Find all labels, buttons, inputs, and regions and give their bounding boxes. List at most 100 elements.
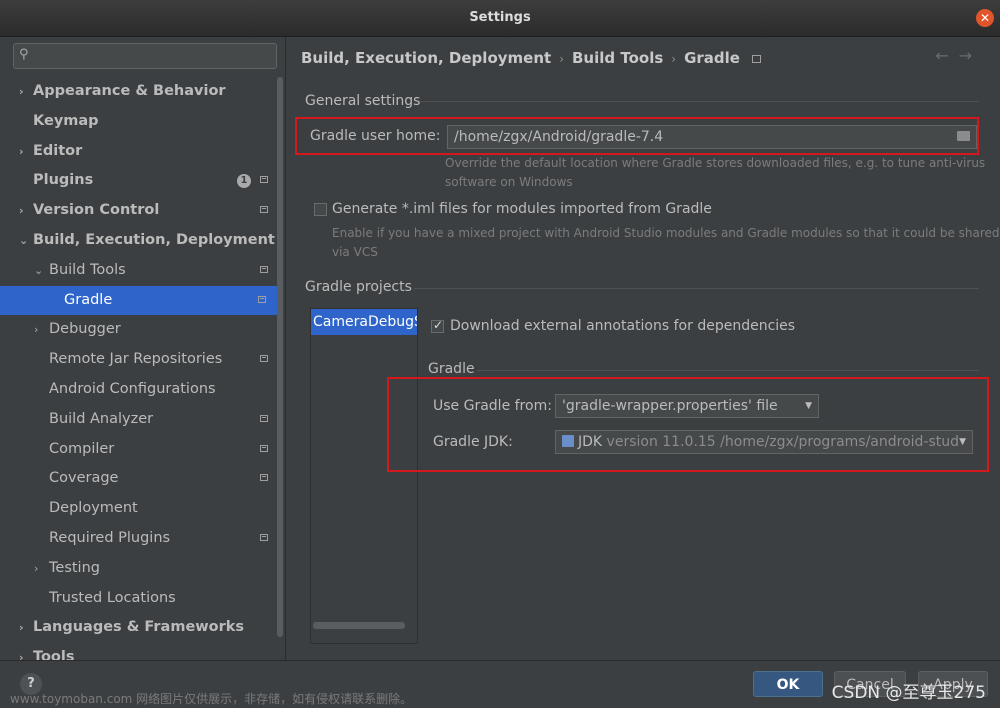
sidebar-item-label: Build Analyzer xyxy=(49,410,154,427)
breadcrumb-item: Build Tools xyxy=(572,49,664,67)
chevron-right-icon[interactable]: › xyxy=(19,137,24,167)
user-home-hint: Override the default location where Grad… xyxy=(445,154,985,192)
breadcrumb-separator: › xyxy=(559,52,564,66)
sidebar-item-compiler[interactable]: Compiler xyxy=(0,435,285,465)
sidebar-item-testing[interactable]: › Testing xyxy=(0,554,285,584)
sidebar-item-build-analyzer[interactable]: Build Analyzer xyxy=(0,405,285,435)
check-icon: ✓ xyxy=(433,318,444,332)
chevron-down-icon[interactable]: ⌄ xyxy=(34,256,43,286)
sidebar-item-debugger[interactable]: › Debugger xyxy=(0,315,285,345)
breadcrumb-item: Build, Execution, Deployment xyxy=(301,49,552,67)
sidebar-item-label: Testing xyxy=(49,559,100,576)
separator xyxy=(477,370,979,371)
breadcrumb-item: Gradle xyxy=(684,49,740,67)
sidebar-item-editor[interactable]: › Editor xyxy=(0,137,285,167)
title-bar: Settings ✕ xyxy=(0,0,1000,37)
sidebar-item-label: Keymap xyxy=(33,112,99,129)
sidebar-item-remote-jar-repositories[interactable]: Remote Jar Repositories xyxy=(0,345,285,375)
generate-iml-checkbox[interactable] xyxy=(314,203,327,216)
forward-arrow-icon[interactable]: → xyxy=(959,46,982,65)
project-scope-icon xyxy=(260,265,268,273)
sidebar-item-coverage[interactable]: Coverage xyxy=(0,464,285,494)
settings-sidebar: ⚲ › Appearance & Behavior Keymap › Editor Plu… xyxy=(0,37,286,665)
sidebar-item-label: Deployment xyxy=(49,500,138,517)
sidebar-item-keymap[interactable]: Keymap xyxy=(0,107,285,137)
sidebar-item-languages-frameworks[interactable]: › Languages & Frameworks xyxy=(0,613,285,643)
project-scope-icon xyxy=(260,355,268,363)
project-scope-icon xyxy=(751,54,761,63)
sidebar-item-label: Languages & Frameworks xyxy=(33,619,245,636)
folder-icon[interactable] xyxy=(957,131,970,141)
chevron-right-icon[interactable]: › xyxy=(19,77,24,107)
sidebar-item-android-configurations[interactable]: Android Configurations xyxy=(0,375,285,405)
hint-line: Enable if you have a mixed project with … xyxy=(332,226,1000,240)
sidebar-scrollbar[interactable] xyxy=(277,77,283,637)
watermark-text: www.toymoban.com 网络图片仅供展示，非存储，如有侵权请联系删除。 xyxy=(10,692,413,706)
gradle-projects-title: Gradle projects xyxy=(305,279,412,295)
generate-iml-label: Generate *.iml files for modules importe… xyxy=(332,201,712,217)
breadcrumb: Build, Execution, Deployment › Build Tools… xyxy=(301,49,761,67)
use-gradle-from-value: 'gradle-wrapper.properties' file xyxy=(562,398,778,414)
sidebar-item-label: Debugger xyxy=(49,321,121,338)
gradle-projects-list: CameraDebugSe xyxy=(310,308,418,644)
sidebar-item-appearance-behavior[interactable]: › Appearance & Behavior xyxy=(0,77,285,107)
chevron-down-icon: ▼ xyxy=(805,401,812,411)
project-list-scrollbar[interactable] xyxy=(313,622,405,629)
search-icon: ⚲ xyxy=(19,47,29,62)
hint-line: Override the default location where Grad… xyxy=(445,156,986,170)
gradle-user-home-label: Gradle user home: xyxy=(310,128,441,144)
project-list-item[interactable]: CameraDebugSe xyxy=(311,309,417,335)
project-scope-icon xyxy=(260,533,268,541)
sidebar-item-label: Compiler xyxy=(49,440,115,457)
general-settings-title: General settings xyxy=(305,93,421,109)
project-scope-icon xyxy=(260,444,268,452)
jdk-detail: version 11.0.15 /home/zgx/programs/andro… xyxy=(606,434,960,450)
sidebar-item-build-execution-deployment[interactable]: ⌄ Build, Execution, Deployment xyxy=(0,226,285,256)
update-badge: 1 xyxy=(237,174,251,189)
sidebar-item-trusted-locations[interactable]: Trusted Locations xyxy=(0,584,285,614)
project-scope-icon xyxy=(260,474,268,482)
generate-iml-hint: Enable if you have a mixed project with … xyxy=(332,224,1000,262)
gradle-user-home-field[interactable]: /home/zgx/Android/gradle-7.4 xyxy=(447,125,977,149)
sidebar-item-label: Build, Execution, Deployment xyxy=(33,231,275,248)
project-scope-icon xyxy=(260,414,268,422)
chevron-right-icon[interactable]: › xyxy=(19,196,24,226)
breadcrumb-separator: › xyxy=(671,52,677,66)
highlight-box xyxy=(387,377,989,472)
sidebar-item-label: Coverage xyxy=(49,470,119,487)
ok-button[interactable]: OK xyxy=(753,671,823,697)
sidebar-item-version-control[interactable]: › Version Control xyxy=(0,196,285,226)
gradle-section-title: Gradle xyxy=(428,361,475,377)
sidebar-item-label: Trusted Locations xyxy=(49,589,176,606)
hint-line: via VCS xyxy=(332,245,378,259)
hint-line: software on Windows xyxy=(445,175,573,189)
close-icon[interactable]: ✕ xyxy=(976,9,994,27)
separator xyxy=(414,288,979,289)
chevron-right-icon[interactable]: › xyxy=(19,613,24,643)
sidebar-item-deployment[interactable]: Deployment xyxy=(0,494,285,524)
back-arrow-icon[interactable]: ← xyxy=(935,46,958,65)
use-gradle-from-select[interactable]: 'gradle-wrapper.properties' file ▼ xyxy=(555,394,819,418)
gradle-jdk-select[interactable]: JDK version 11.0.15 /home/zgx/programs/a… xyxy=(555,430,973,454)
search-input[interactable]: ⚲ xyxy=(13,43,277,69)
jdk-name: JDK xyxy=(578,434,603,450)
project-scope-icon xyxy=(260,176,268,184)
gradle-user-home-value: /home/zgx/Android/gradle-7.4 xyxy=(454,129,664,145)
sidebar-item-label: Plugins xyxy=(33,172,94,189)
chevron-down-icon: ▼ xyxy=(959,437,966,447)
sidebar-item-build-tools[interactable]: ⌄ Build Tools xyxy=(0,256,285,286)
sidebar-item-required-plugins[interactable]: Required Plugins xyxy=(0,524,285,554)
download-annotations-checkbox[interactable]: ✓ xyxy=(431,318,444,333)
chevron-right-icon[interactable]: › xyxy=(34,554,38,584)
sidebar-item-gradle[interactable]: Gradle xyxy=(0,285,283,316)
sidebar-item-plugins[interactable]: Plugins 1 xyxy=(0,166,285,196)
sidebar-item-label: Version Control xyxy=(33,202,160,219)
chevron-right-icon[interactable]: › xyxy=(34,315,38,345)
sidebar-item-label: Editor xyxy=(33,142,83,159)
sidebar-item-label: Remote Jar Repositories xyxy=(49,351,223,368)
gradle-jdk-label: Gradle JDK: xyxy=(433,434,513,450)
sidebar-item-label: Build Tools xyxy=(49,261,126,278)
csdn-watermark: CSDN @至尊玉275 xyxy=(831,683,986,703)
separator xyxy=(420,101,979,102)
chevron-down-icon[interactable]: ⌄ xyxy=(19,226,28,256)
